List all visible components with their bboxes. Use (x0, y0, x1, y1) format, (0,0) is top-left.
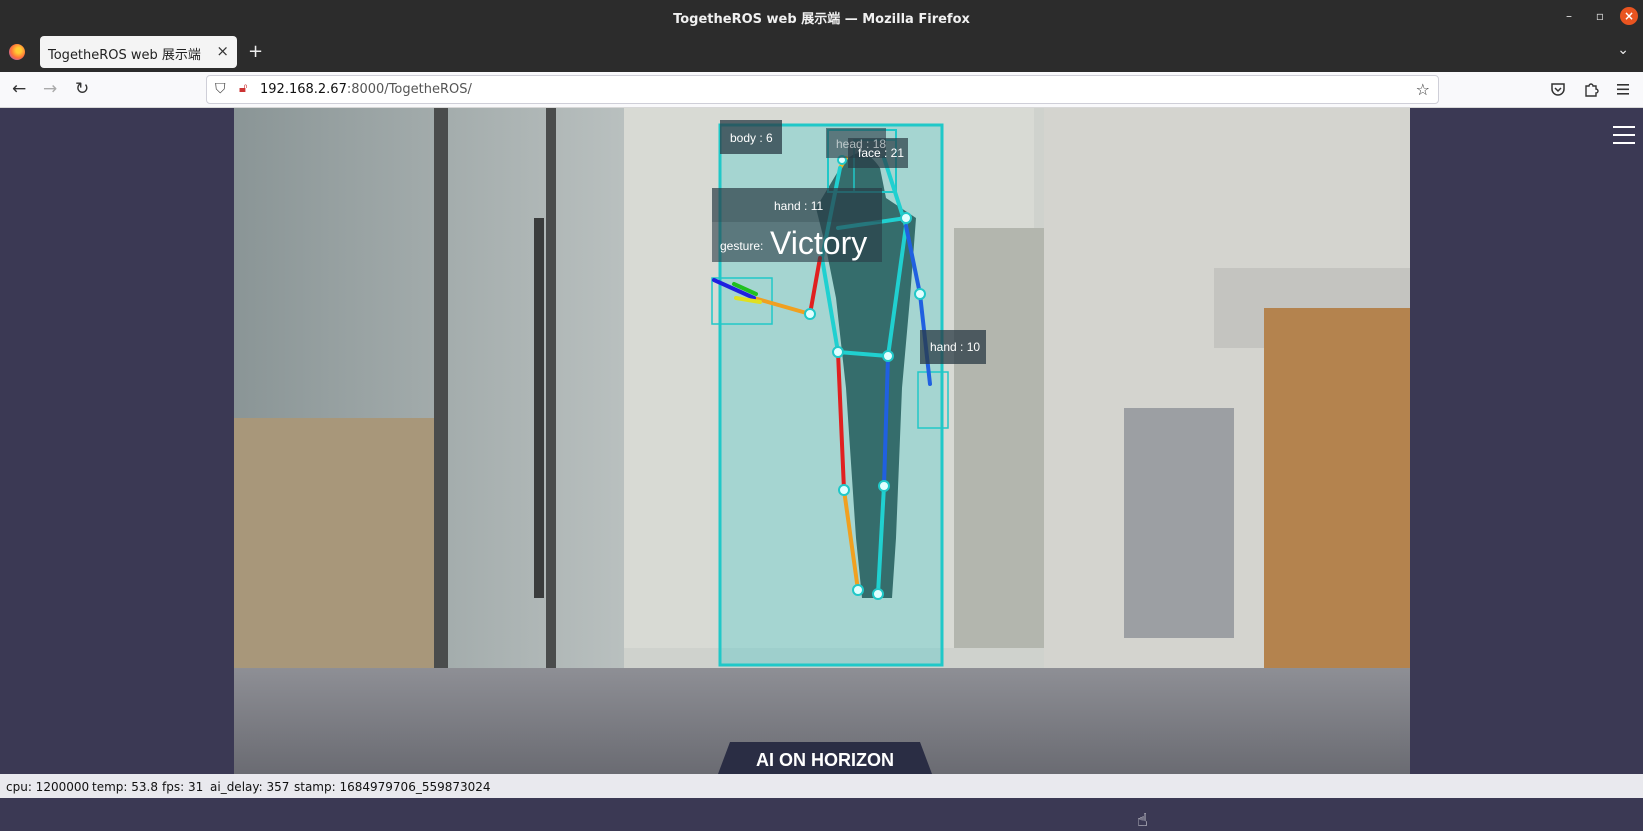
tab-togetheros[interactable]: TogetheROS web 展示端 × (40, 36, 237, 68)
close-window-button[interactable]: × (1620, 7, 1638, 25)
hand-right-label: hand : 10 (930, 340, 980, 354)
url-text[interactable]: 192.168.2.67:8000/TogetheROS/ (260, 82, 472, 97)
gesture-value: Victory (770, 225, 867, 261)
temp-status: temp: 53.8 (92, 780, 158, 794)
insecure-lock-icon[interactable]: 🔓︎ (239, 81, 247, 96)
tab-label: TogetheROS web 展示端 (48, 48, 201, 63)
back-button[interactable]: ← (12, 79, 26, 99)
ai-delay-status: ai_delay: 357 (210, 780, 290, 794)
shield-icon[interactable]: ⛉ (215, 81, 226, 97)
bookmark-star-icon[interactable]: ☆ (1416, 80, 1430, 99)
forward-button[interactable]: → (43, 79, 57, 99)
pocket-icon[interactable] (1550, 81, 1566, 97)
hand-left-label: hand : 11 (774, 199, 823, 213)
reload-button[interactable]: ↻ (75, 79, 89, 99)
fps-status: fps: 31 (162, 780, 204, 794)
tab-close-icon[interactable]: × (216, 42, 229, 60)
face-label: face : 21 (858, 146, 904, 160)
maximize-button[interactable]: ▫ (1591, 7, 1609, 25)
address-bar[interactable]: ⛉ 🔓︎ 192.168.2.67:8000/TogetheROS/ ☆ (206, 75, 1439, 104)
video-frame: body : 6 head : 18 face : 21 hand : 11 g… (234, 108, 1410, 774)
window-title: TogetheROS web 展示端 — Mozilla Firefox (673, 12, 970, 27)
app-menu-icon[interactable] (1615, 81, 1631, 97)
window-titlebar: TogetheROS web 展示端 — Mozilla Firefox – ▫… (0, 0, 1643, 32)
minimize-button[interactable]: – (1560, 7, 1578, 25)
mouse-hand-cursor-icon: ☝ (1137, 810, 1148, 831)
navigation-toolbar: ← → ↻ ⛉ 🔓︎ 192.168.2.67:8000/TogetheROS/… (0, 72, 1643, 108)
stamp-status: stamp: 1684979706_559873024 (294, 780, 491, 794)
page-menu-icon[interactable] (1613, 126, 1635, 144)
cpu-status: cpu: 1200000 (6, 780, 90, 794)
list-tabs-chevron-icon[interactable]: ⌄ (1617, 42, 1629, 58)
status-bar: cpu: 1200000 temp: 53.8 fps: 31 ai_delay… (0, 774, 1643, 798)
cardboard-boxes (234, 418, 444, 688)
firefox-logo-icon (9, 44, 25, 60)
page-content: body : 6 head : 18 face : 21 hand : 11 g… (0, 108, 1643, 831)
new-tab-button[interactable]: + (248, 41, 263, 62)
brand-logo-text: AI ON HORIZON (756, 750, 894, 770)
url-path: :8000/TogetheROS/ (346, 82, 472, 97)
gesture-prefix: gesture: (720, 239, 763, 253)
office-door (954, 228, 1044, 648)
extensions-puzzle-icon[interactable] (1583, 81, 1599, 97)
step-ladder (1124, 408, 1234, 638)
camera-video-feed: body : 6 head : 18 face : 21 hand : 11 g… (234, 108, 1410, 774)
body-label: body : 6 (730, 131, 773, 145)
url-host: 192.168.2.67 (260, 82, 347, 97)
tab-bar: TogetheROS web 展示端 × + ⌄ (0, 32, 1643, 72)
wooden-desk (1264, 308, 1410, 668)
